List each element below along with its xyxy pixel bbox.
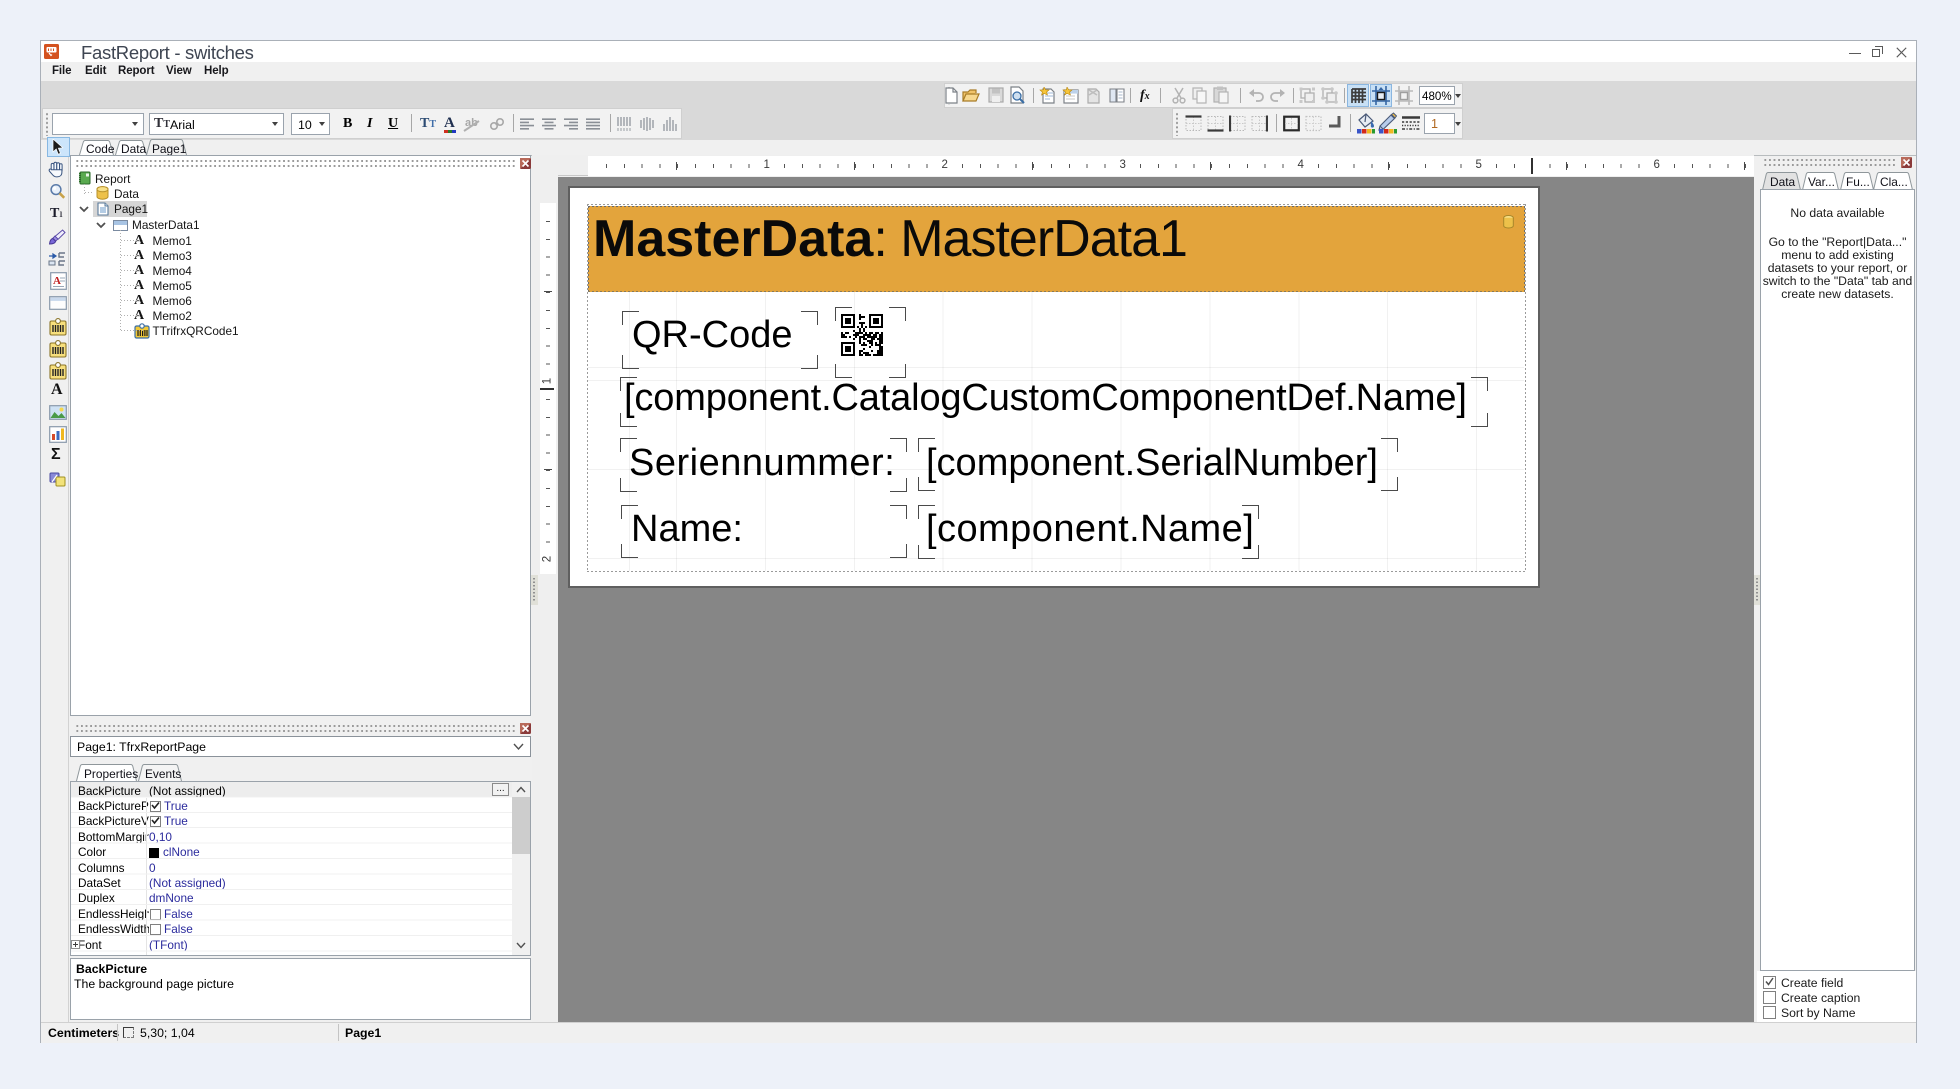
svg-text:A: A: [53, 275, 61, 287]
